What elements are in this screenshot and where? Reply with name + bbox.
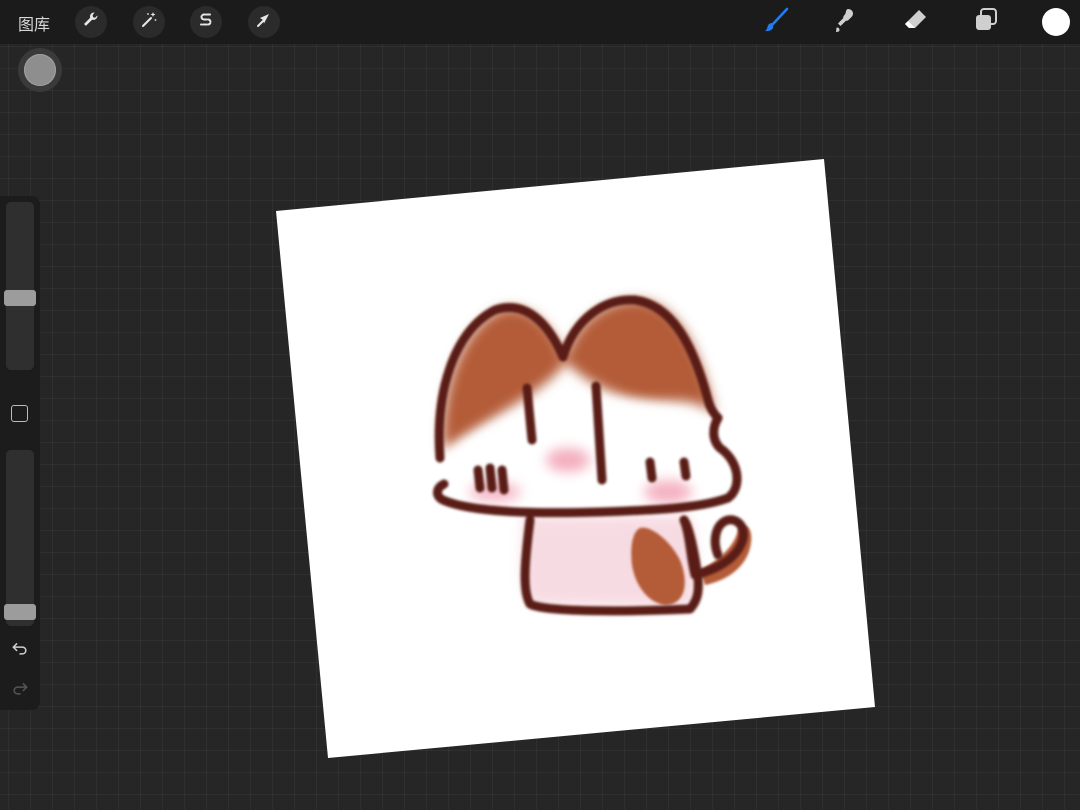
drawing-canvas[interactable]	[0, 0, 1080, 810]
